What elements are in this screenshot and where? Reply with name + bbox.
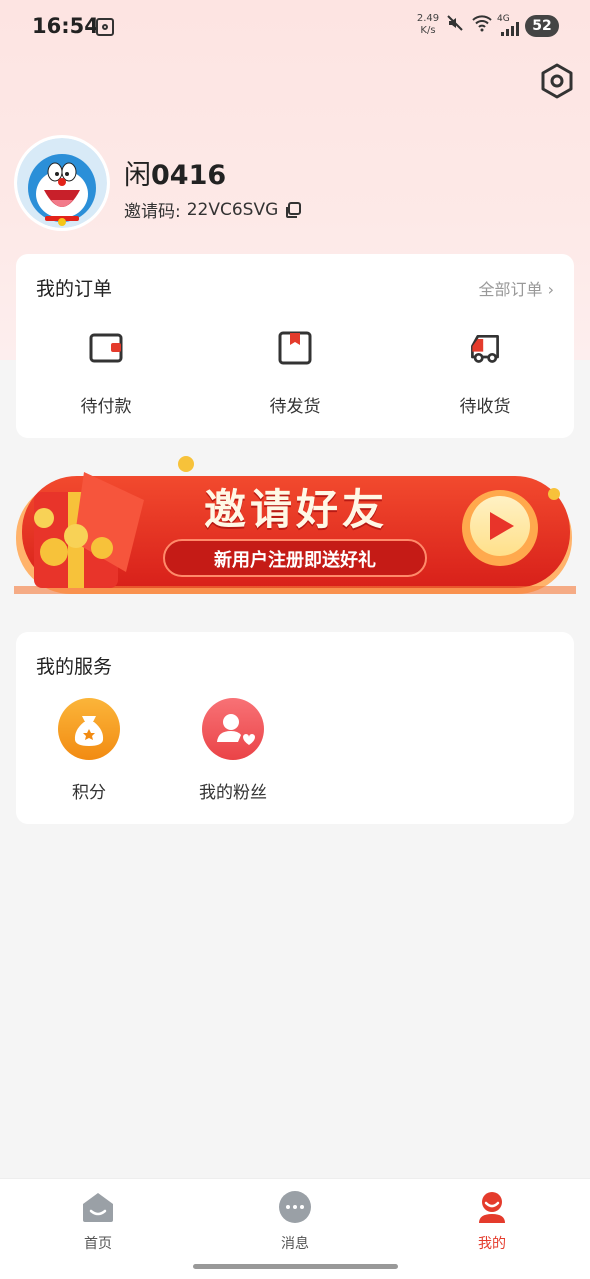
settings-button[interactable] (538, 62, 576, 100)
network-speed-value: 2.49 (416, 13, 440, 24)
home-icon (83, 1193, 113, 1222)
banner-subtitle-text: 新用户注册即送好礼 (214, 550, 376, 571)
order-item-label: 待收货 (459, 397, 511, 417)
copy-icon[interactable] (284, 201, 302, 219)
service-points[interactable]: 积分 (34, 698, 144, 803)
order-pending-payment[interactable]: 待付款 (46, 330, 166, 417)
truck-icon (471, 334, 499, 363)
avatar-image (17, 138, 107, 228)
status-time: 16:54 (32, 14, 99, 38)
network-speed-unit: K/s (420, 25, 436, 36)
screenshot-icon (96, 18, 114, 36)
status-bar: 16:54 2.49 K/s 4G 52 (0, 0, 590, 56)
mute-icon (447, 15, 463, 31)
invite-code-value: 22VC6SVG (186, 199, 279, 220)
invite-code-row: 邀请码: 22VC6SVG (124, 197, 302, 222)
username-suffix: 0416 (151, 160, 227, 191)
invite-friends-banner[interactable]: 邀请好友 新用户注册即送好礼 (14, 452, 576, 608)
points-bag-icon (58, 698, 120, 760)
all-orders-label: 全部订单 (478, 280, 543, 299)
package-icon (278, 331, 312, 365)
wifi-icon (472, 15, 492, 32)
all-orders-link[interactable]: 全部订单 › (479, 276, 555, 300)
tab-label: 我的 (478, 1236, 506, 1252)
avatar[interactable] (17, 138, 107, 228)
username: 闲0416 (124, 153, 226, 192)
fans-icon (202, 698, 264, 760)
tab-label: 消息 (281, 1236, 309, 1252)
tab-label: 首页 (84, 1236, 112, 1252)
tab-profile[interactable]: 我的 (447, 1189, 537, 1253)
service-label: 我的粉丝 (199, 783, 267, 803)
order-item-label: 待发货 (269, 397, 321, 417)
banner-subtitle: 新用户注册即送好礼 (172, 546, 418, 572)
chevron-right-icon: › (542, 280, 554, 299)
banner-title: 邀请好友 (204, 485, 389, 534)
service-label: 积分 (72, 783, 106, 803)
wallet-icon (89, 333, 123, 363)
home-indicator (193, 1264, 398, 1269)
order-pending-receipt[interactable]: 待收货 (425, 330, 545, 417)
services-card: 我的服务 积分 我的粉丝 (16, 632, 574, 824)
profile-icon (479, 1192, 505, 1223)
network-speed: 2.49 K/s (414, 13, 442, 37)
tab-home[interactable]: 首页 (53, 1189, 143, 1253)
battery-indicator: 52 (525, 15, 559, 37)
signal-icon (501, 22, 519, 36)
order-item-label: 待付款 (80, 397, 132, 417)
message-icon (279, 1191, 311, 1223)
orders-title: 我的订单 (36, 278, 113, 300)
username-prefix: 闲 (124, 160, 151, 191)
tab-messages[interactable]: 消息 (250, 1189, 340, 1253)
services-title: 我的服务 (36, 656, 113, 678)
invite-code-label: 邀请码: (124, 202, 181, 222)
service-fans[interactable]: 我的粉丝 (178, 698, 288, 803)
orders-card: 我的订单 全部订单 › 待付款 待发货 待收货 (16, 254, 574, 438)
order-pending-shipment[interactable]: 待发货 (235, 330, 355, 417)
